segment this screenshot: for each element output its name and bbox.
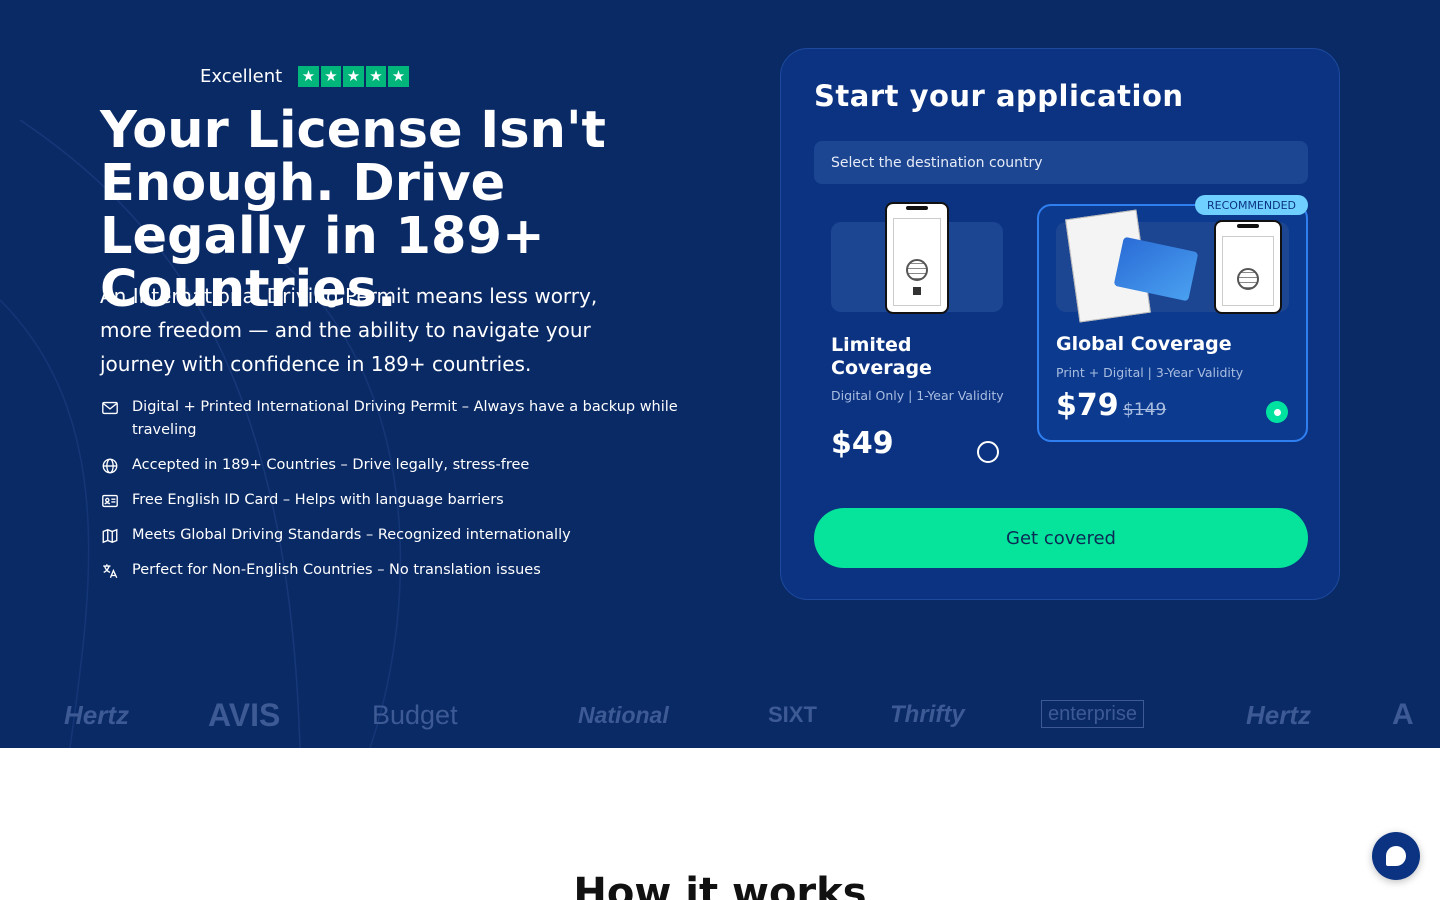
partner-logos-strip: Hertz AVIS Budget National SIXT Thrifty … <box>0 690 1440 740</box>
partner-logo: SIXT <box>768 702 817 727</box>
plan-price: $49 <box>831 426 894 461</box>
recommended-badge: RECOMMENDED <box>1195 195 1308 215</box>
star-icon: ★ <box>320 66 342 87</box>
plan-name: Global Coverage <box>1056 333 1232 355</box>
globe-icon <box>100 454 120 477</box>
plan-limited-coverage[interactable]: Limited Coverage Digital Only | 1-Year V… <box>814 202 1054 474</box>
rating-label: Excellent <box>200 66 283 87</box>
plan-image <box>1056 209 1289 323</box>
how-it-works-title: How it works <box>573 870 867 900</box>
application-title: Start your application <box>814 79 1184 113</box>
translate-icon <box>100 559 120 582</box>
star-icon: ★ <box>365 66 387 87</box>
feature-item: Digital + Printed International Driving … <box>100 396 680 442</box>
map-icon <box>100 524 120 547</box>
mail-icon <box>100 396 120 419</box>
trustpilot-rating: Excellent ★ ★ ★ ★ ★ <box>200 66 409 87</box>
phone-illustration <box>1214 220 1282 314</box>
feature-text: Free English ID Card – Helps with langua… <box>132 492 504 508</box>
feature-item: Free English ID Card – Helps with langua… <box>100 489 680 512</box>
feature-list: Digital + Printed International Driving … <box>100 396 680 594</box>
partner-logo: A <box>1392 698 1414 731</box>
feature-text: Meets Global Driving Standards – Recogni… <box>132 527 571 543</box>
star-icon: ★ <box>298 66 319 87</box>
feature-text: Perfect for Non-English Countries – No t… <box>132 562 541 578</box>
get-covered-button[interactable]: Get covered <box>814 508 1308 568</box>
plan-radio-button-selected[interactable] <box>1266 401 1288 423</box>
application-card: Start your application Select the destin… <box>780 48 1340 600</box>
plan-global-coverage[interactable]: RECOMMENDED Global Coverage Print + Digi… <box>1037 195 1308 442</box>
plan-meta: Digital Only | 1-Year Validity <box>831 388 1004 403</box>
feature-item: Perfect for Non-English Countries – No t… <box>100 559 680 582</box>
destination-country-select[interactable]: Select the destination country <box>814 141 1308 184</box>
partner-logo: Hertz <box>64 699 130 730</box>
plan-meta: Print + Digital | 3-Year Validity <box>1056 365 1244 380</box>
plan-radio-button[interactable] <box>977 441 999 463</box>
partner-logo: Hertz <box>1246 699 1312 730</box>
feature-text: Digital + Printed International Driving … <box>132 399 678 438</box>
partner-logo: Thrifty <box>890 701 965 728</box>
partner-logo: National <box>578 701 669 728</box>
star-icon: ★ <box>388 66 409 87</box>
rating-stars: ★ ★ ★ ★ ★ <box>298 66 409 87</box>
plan-name: Limited Coverage <box>831 334 932 379</box>
partner-logo: AVIS <box>208 696 281 733</box>
plan-image <box>831 202 1003 314</box>
feature-item: Accepted in 189+ Countries – Drive legal… <box>100 454 680 477</box>
id-card-icon <box>100 489 120 512</box>
select-placeholder: Select the destination country <box>831 154 1043 171</box>
hero-subtext: An International Driving Permit means le… <box>100 284 598 376</box>
phone-illustration <box>885 202 949 314</box>
star-icon: ★ <box>343 66 364 87</box>
feature-text: Accepted in 189+ Countries – Drive legal… <box>132 457 530 473</box>
plan-old-price: $149 <box>1123 400 1167 420</box>
plan-price: $79 <box>1056 388 1119 423</box>
chat-icon <box>1386 846 1406 866</box>
partner-logo: Budget <box>372 699 458 730</box>
partner-logo: enterprise <box>1041 700 1144 728</box>
feature-item: Meets Global Driving Standards – Recogni… <box>100 524 680 547</box>
chat-launcher-button[interactable] <box>1372 832 1420 880</box>
hero-section: Excellent ★ ★ ★ ★ ★ Your License Isn't E… <box>0 0 1440 748</box>
